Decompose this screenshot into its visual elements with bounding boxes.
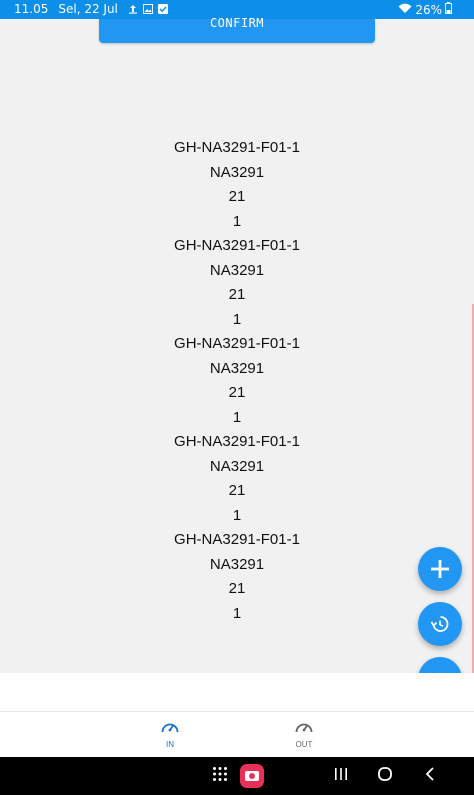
list-item: GH-NA3291-F01-1 [174, 139, 300, 156]
back-icon[interactable] [424, 766, 436, 787]
footer-spacer [0, 673, 474, 711]
history-button[interactable] [418, 602, 462, 646]
list-item: GH-NA3291-F01-1 [174, 335, 300, 352]
wifi-icon [398, 3, 412, 17]
list-item: GH-NA3291-F01-1 [174, 531, 300, 548]
check-box-icon [157, 4, 168, 14]
app-grid-icon[interactable] [212, 766, 228, 787]
list-item: GH-NA3291-F01-1 [174, 433, 300, 450]
speedometer-icon [161, 723, 179, 733]
list-item: 21 [228, 482, 246, 499]
list-item: 1 [232, 310, 242, 328]
list-item: 21 [228, 286, 246, 303]
system-navigation-bar [0, 757, 474, 795]
list-item: NA3291 [209, 261, 265, 279]
gallery-icon [142, 4, 153, 14]
nav-in-label: IN [166, 740, 174, 749]
list-item: 1 [232, 408, 242, 426]
list-item: 1 [232, 506, 242, 524]
camera-app-icon[interactable] [240, 764, 264, 793]
list-item: 21 [228, 384, 246, 401]
list-item: NA3291 [209, 163, 265, 181]
add-button[interactable] [418, 547, 462, 591]
list-item: GH-NA3291-F01-1 [174, 237, 300, 254]
list-item: NA3291 [209, 457, 265, 475]
list-item: NA3291 [209, 359, 265, 377]
system-home-icon[interactable] [377, 766, 393, 787]
list-item: 1 [232, 212, 242, 230]
status-time: 11.05 [14, 2, 49, 16]
plus-icon [431, 560, 449, 578]
history-icon [430, 616, 449, 632]
upload-icon [128, 4, 138, 14]
list-item: NA3291 [209, 555, 265, 573]
main-content: CONFIRM GH-NA3291-F01-1 NA3291 21 1 GH-N… [0, 17, 474, 692]
battery-icon [445, 2, 452, 17]
record-list: GH-NA3291-F01-1 NA3291 21 1 GH-NA3291-F0… [0, 136, 474, 626]
nav-item-out[interactable]: OUT [274, 718, 334, 749]
battery-percent: 26% [415, 2, 442, 17]
confirm-button[interactable]: CONFIRM [99, 17, 375, 43]
nav-out-label: OUT [295, 740, 313, 749]
list-item: 21 [228, 188, 246, 205]
list-item: 21 [228, 580, 246, 597]
list-item: 1 [232, 604, 242, 622]
status-date: Sel, 22 Jul [58, 2, 118, 16]
recent-apps-icon[interactable] [334, 766, 348, 787]
nav-item-in[interactable]: IN [140, 718, 200, 749]
bottom-navigation: IN OUT [0, 711, 474, 758]
speedometer-icon [295, 723, 313, 733]
